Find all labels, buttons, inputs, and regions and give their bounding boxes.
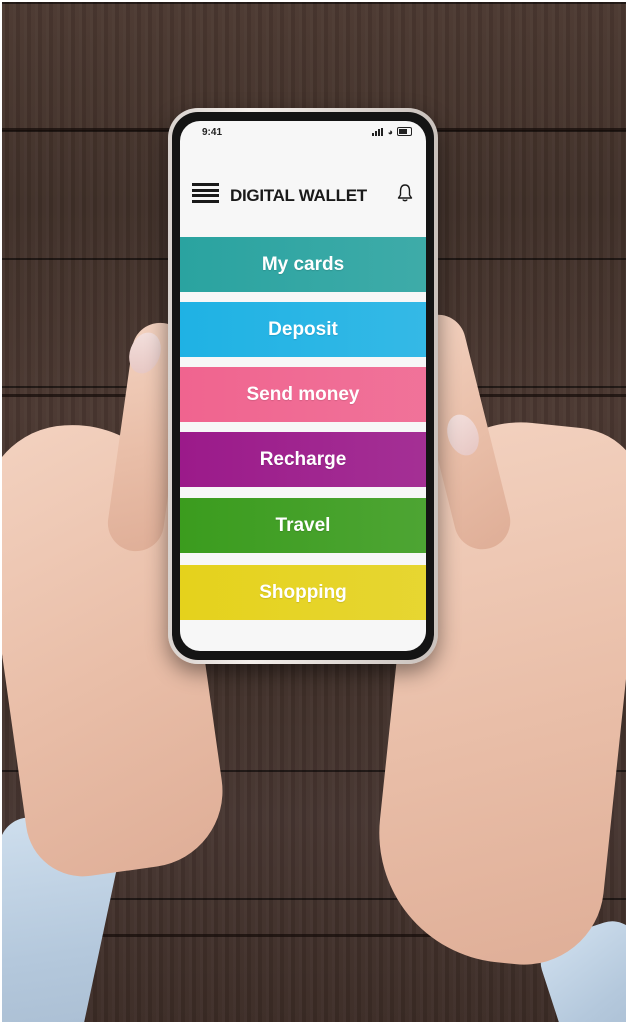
bell-icon[interactable] [396, 183, 414, 203]
hamburger-menu-icon[interactable] [192, 183, 219, 203]
app-title: DIGITAL WALLET [230, 186, 367, 205]
status-bar: 9:41 ◕ [180, 121, 426, 143]
wifi-icon: ◕ [387, 126, 393, 137]
menu-item-send-money[interactable]: Send money [180, 367, 426, 422]
signal-icon [371, 127, 384, 136]
menu-item-recharge[interactable]: Recharge [180, 432, 426, 487]
status-icons: ◕ [371, 126, 412, 137]
phone-screen: 9:41 ◕ DIGITAL WALLET My cards Deposit S… [180, 121, 426, 651]
menu-item-travel[interactable]: Travel [180, 498, 426, 553]
menu-item-label: Recharge [259, 448, 347, 470]
menu-item-my-cards[interactable]: My cards [180, 237, 426, 292]
menu-item-label: Shopping [259, 581, 347, 603]
menu-item-label: Deposit [268, 318, 338, 340]
photo-scene: 9:41 ◕ DIGITAL WALLET My cards Deposit S… [2, 2, 626, 1022]
menu-item-shopping[interactable]: Shopping [180, 565, 426, 620]
menu-item-label: Send money [246, 383, 360, 405]
phone-bezel: 9:41 ◕ DIGITAL WALLET My cards Deposit S… [172, 112, 434, 660]
battery-icon [397, 127, 412, 136]
menu-item-label: Travel [275, 514, 331, 536]
menu-item-deposit[interactable]: Deposit [180, 302, 426, 357]
smartphone: 9:41 ◕ DIGITAL WALLET My cards Deposit S… [168, 108, 438, 664]
menu-item-label: My cards [261, 253, 345, 275]
app-header: DIGITAL WALLET [180, 171, 426, 211]
status-time: 9:41 [202, 127, 223, 138]
